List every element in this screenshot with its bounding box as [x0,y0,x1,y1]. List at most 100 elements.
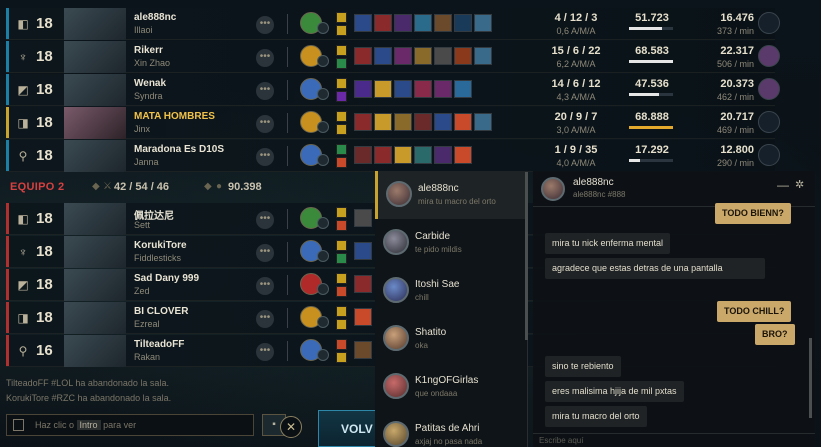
champion-portrait [64,236,126,268]
items [354,308,372,326]
more-options-button[interactable]: ••• [256,49,274,67]
more-options-button[interactable]: ••• [256,343,274,361]
items [354,275,372,293]
avatar [386,181,412,207]
secondary-rune-icon [317,349,329,361]
friend-item[interactable]: Carbide te pido mildis [375,219,528,267]
player-row-self[interactable]: ◨ 18 MATA HOMBRES Jinx ••• 20 / 9 / 7 3,… [6,107,780,139]
close-button[interactable]: ✕ [280,416,302,438]
friend-status: mira tu macro del orto [418,197,496,206]
chat-message-sent: TODO BIENN? [715,203,791,224]
items [354,341,372,359]
damage: 51.723 [635,12,669,24]
gold-icon: ● [216,181,223,192]
kda: 14 / 6 / 12 [551,78,601,90]
friend-item[interactable]: Patitas de Ahri axjaj no pasa nada [375,411,528,447]
player-row[interactable]: ♆ 18 Rikerr Xin Zhao ••• 15 / 6 / 22 6,2… [6,41,780,73]
damage-bar [629,27,673,30]
player-name[interactable]: TilteadoFF [134,339,254,350]
ward-icon [758,12,780,34]
damage-bar [629,126,673,129]
gold: 12.800 [720,144,754,156]
champion-name: Ezreal [134,319,160,329]
champion-name: Sett [134,220,151,230]
game-chat-input[interactable]: Haz clic o Intro para ver [6,414,254,436]
player-name[interactable]: Maradona Es D10S [134,144,254,155]
friend-item-active[interactable]: ale888nc mira tu macro del orto [375,171,528,219]
team-accent [6,269,9,300]
team2-gold: 90.398 [228,181,262,193]
player-name[interactable]: 佩拉达尼 [134,207,254,222]
avatar [383,229,409,255]
chat-message-received: sino te rebiento [545,356,621,377]
divider [287,209,288,229]
champion-portrait [64,203,126,235]
more-options-button[interactable]: ••• [256,82,274,100]
summoner-spells [336,273,348,299]
player-name[interactable]: MATA HOMBRES [134,111,254,122]
player-name[interactable]: BI CLOVER [134,306,254,317]
chat-message-received: agradece que estas detras de una pantall… [545,258,765,279]
minimize-icon[interactable]: — [777,178,789,192]
player-row[interactable]: ⚲ 18 Maradona Es D10S Janna ••• 1 / 9 / … [6,140,780,172]
more-options-button[interactable]: ••• [256,115,274,133]
champion-name: Janna [134,157,159,167]
cs-stat: 4,3 A/M/A [556,92,596,102]
more-options-button[interactable]: ••• [256,310,274,328]
chat-message-received: eres malisima hjija de mil pxtas [545,381,684,402]
swords-icon: ⚔ [103,181,112,192]
gear-icon[interactable]: ✲ [795,178,804,191]
team2-kda: 42 / 54 / 46 [114,181,170,193]
friend-item[interactable]: Shatito oka [375,315,528,363]
friend-item[interactable]: Itoshi Sae chill [375,267,528,315]
summoner-spells [336,78,348,104]
team-accent [6,107,9,138]
player-row[interactable]: ◩ 18 Wenak Syndra ••• 14 / 6 / 12 4,3 A/… [6,74,780,106]
friend-name: K1ngOFGirlas [415,375,479,386]
divider [287,47,288,67]
chat-header: ale888nc ale888nc #888 — ✲ [533,171,815,207]
secondary-rune-icon [317,88,329,100]
items [354,242,372,260]
gold-per-min: 373 / min [716,26,754,36]
champion-name: Rakan [134,352,161,362]
role-icon: ⚲ [18,344,28,358]
chat-scrollbar[interactable] [809,338,812,418]
friends-scrollbar[interactable] [525,172,528,340]
volver-button[interactable]: VOLV [318,410,380,447]
divider [287,146,288,166]
player-name[interactable]: KorukiTore [134,240,254,251]
player-name[interactable]: Sad Dany 999 [134,273,254,284]
player-name[interactable]: Wenak [134,78,254,89]
champion-name: Xin Zhao [134,58,171,68]
chat-contact-tag: ale888nc #888 [573,190,626,199]
more-options-button[interactable]: ••• [256,277,274,295]
items [354,146,472,164]
team-accent [6,335,9,366]
friend-name: Itoshi Sae [415,279,460,290]
champion-portrait [64,107,126,139]
more-options-button[interactable]: ••• [256,244,274,262]
player-name[interactable]: ale888nc [134,12,254,23]
avatar [383,421,409,447]
more-options-button[interactable]: ••• [256,211,274,229]
chat-message-sent: TODO CHILL? [717,301,792,322]
role-icon: ♆ [18,245,28,259]
summoner-spells [336,339,348,365]
system-message: TilteadoFF #LOL ha abandonado la sala. [6,378,169,388]
chat-bubble-icon [13,419,24,431]
player-name[interactable]: Rikerr [134,45,254,56]
more-options-button[interactable]: ••• [256,148,274,166]
more-options-button[interactable]: ••• [256,16,274,34]
ward-icon [758,45,780,67]
role-icon: ◩ [17,83,29,97]
system-message: KorukiTore #RZC ha abandonado la sala. [6,393,172,403]
friend-item[interactable]: K1ngOFGirlas que ondaaa [375,363,528,411]
chat-message-input[interactable]: Escribe aquí [533,433,815,447]
team-accent [6,203,9,234]
divider [287,14,288,34]
gold-per-min: 290 / min [716,158,754,168]
friend-name: Patitas de Ahri [415,423,480,434]
player-row[interactable]: ◧ 18 ale888nc Illaoi ••• 4 / 12 / 3 0,6 … [6,8,780,40]
role-icon: ◧ [17,212,29,226]
